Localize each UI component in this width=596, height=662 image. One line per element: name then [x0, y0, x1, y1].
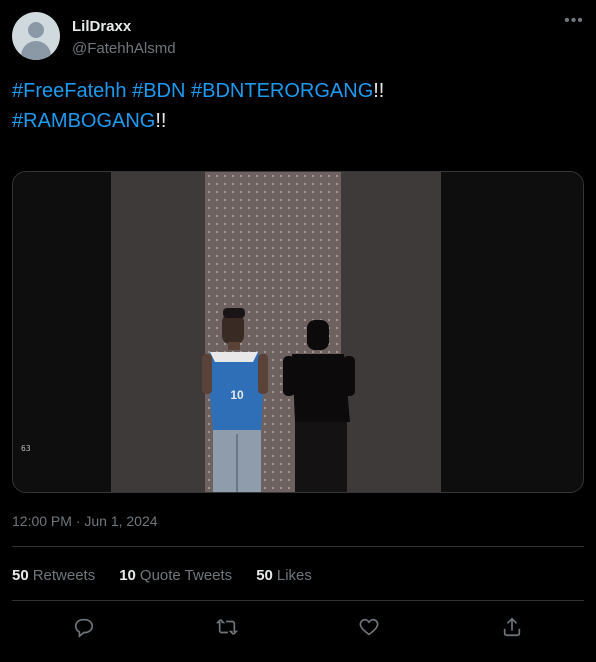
quote-tweets-count: 10 — [119, 567, 136, 584]
likes-count: 50 — [256, 567, 273, 584]
quote-tweets-label: Quote Tweets — [139, 567, 233, 584]
likes-label: Likes — [276, 567, 312, 584]
tweet-timestamp[interactable]: 12:00 PM · Jun 1, 2024 — [12, 513, 158, 529]
hashtag-freefatehh[interactable]: #FreeFatehh — [12, 80, 127, 102]
exclamation-text: !! — [373, 80, 385, 102]
divider — [12, 546, 584, 547]
display-name[interactable]: LilDraxx — [72, 18, 131, 35]
avatar[interactable] — [12, 12, 60, 60]
quote-tweets-stat[interactable]: 10 Quote Tweets — [119, 567, 232, 584]
exclamation-text: !! — [155, 110, 167, 132]
avatar-body-shape — [21, 41, 51, 60]
retweet-icon[interactable] — [212, 612, 242, 642]
avatar-head-shape — [28, 22, 44, 38]
reply-icon[interactable] — [69, 612, 99, 642]
retweets-label: Retweets — [32, 567, 96, 584]
hashtag-bdnterorgang[interactable]: #BDNTERORGANG — [191, 80, 373, 102]
retweets-count: 50 — [12, 567, 29, 584]
divider — [12, 600, 584, 601]
tweet-text: #FreeFatehh #BDN #BDNTERORGANG!! #RAMBOG… — [12, 76, 572, 136]
media-counter-text: 63 — [21, 444, 31, 453]
media-image: 10 — [13, 172, 583, 492]
action-bar — [0, 612, 596, 642]
jersey-number: 10 — [230, 388, 244, 402]
hashtag-bdn[interactable]: #BDN — [132, 80, 185, 102]
like-icon[interactable] — [354, 612, 384, 642]
likes-stat[interactable]: 50 Likes — [256, 567, 312, 584]
engagement-stats: 50 Retweets 10 Quote Tweets 50 Likes — [12, 567, 312, 584]
user-handle[interactable]: @FatehhAlsmd — [72, 40, 176, 57]
retweets-stat[interactable]: 50 Retweets — [12, 567, 95, 584]
more-options-icon[interactable]: ••• — [562, 12, 586, 32]
share-icon[interactable] — [497, 612, 527, 642]
tweet-media[interactable]: 10 63 — [12, 171, 584, 493]
hashtag-rambogang[interactable]: #RAMBOGANG — [12, 110, 155, 132]
